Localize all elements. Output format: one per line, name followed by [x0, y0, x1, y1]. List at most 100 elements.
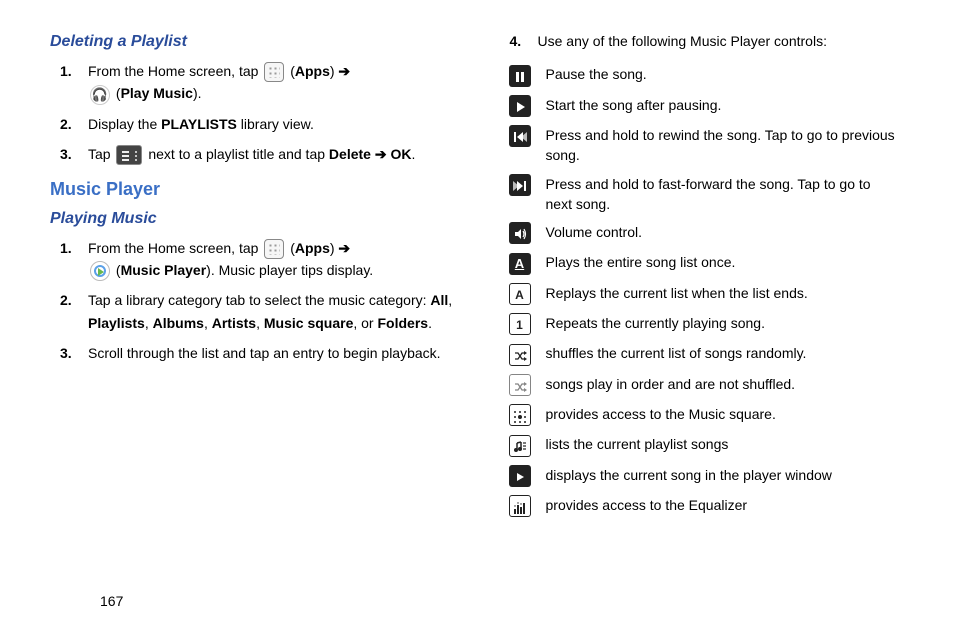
rewind-icon	[509, 125, 531, 147]
step-number: 3.	[60, 143, 72, 165]
table-row: lists the current playlist songs	[500, 430, 905, 460]
del-step-3: 3. Tap next to a playlist title and tap …	[88, 143, 455, 165]
table-row: A Replays the current list when the list…	[500, 279, 905, 309]
repeat-all-icon: A	[509, 283, 531, 305]
cat-artists: Artists	[212, 315, 256, 331]
heading-music-player: Music Player	[50, 176, 455, 203]
table-row: Press and hold to fast-forward the song.…	[500, 170, 905, 219]
step-number: 1.	[60, 237, 72, 259]
control-desc: Repeats the currently playing song.	[540, 309, 905, 339]
table-row: shuffles the current list of songs rando…	[500, 339, 905, 369]
control-desc: shuffles the current list of songs rando…	[540, 339, 905, 369]
text: , or	[353, 315, 377, 331]
playlists-label: PLAYLISTS	[161, 116, 237, 132]
text: Display the	[88, 116, 161, 132]
table-row: Volume control.	[500, 218, 905, 248]
text: .	[428, 315, 432, 331]
music-player-icon	[90, 261, 110, 281]
control-desc: Plays the entire song list once.	[540, 248, 905, 278]
cat-playlists: Playlists	[88, 315, 145, 331]
shuffle-on-icon	[509, 344, 531, 366]
music-player-label: Music Player	[121, 262, 207, 278]
deleting-playlist-steps: 1. From the Home screen, tap (Apps) ➔ (P…	[50, 60, 455, 166]
text: Tap	[88, 146, 114, 162]
play-once-icon: A	[509, 253, 531, 275]
table-row: displays the current song in the player …	[500, 461, 905, 491]
arrow-icon: ➔	[338, 240, 350, 256]
equalizer-icon	[509, 495, 531, 517]
page-columns: Deleting a Playlist 1. From the Home scr…	[50, 30, 904, 521]
play-music-icon	[90, 85, 110, 105]
table-row: provides access to the Equalizer	[500, 491, 905, 521]
playing-music-steps: 1. From the Home screen, tap (Apps) ➔ (M…	[50, 237, 455, 365]
apps-icon	[264, 239, 284, 259]
arrow-icon: ➔	[338, 63, 350, 79]
control-desc: Start the song after pausing.	[540, 91, 905, 121]
left-column: Deleting a Playlist 1. From the Home scr…	[50, 30, 455, 521]
now-playing-icon	[509, 465, 531, 487]
ok-label: OK	[390, 146, 411, 162]
control-desc: songs play in order and are not shuffled…	[540, 370, 905, 400]
text: From the Home screen, tap	[88, 240, 258, 256]
apps-icon	[264, 62, 284, 82]
table-row: provides access to the Music square.	[500, 400, 905, 430]
text: ,	[448, 292, 452, 308]
subheading-playing-music: Playing Music	[50, 207, 455, 231]
pm-step-4: 4. Use any of the following Music Player…	[538, 30, 905, 52]
cat-music-square: Music square	[264, 315, 353, 331]
control-desc: lists the current playlist songs	[540, 430, 905, 460]
playlist-icon	[509, 435, 531, 457]
step-number: 4.	[510, 30, 522, 52]
pm-step-2: 2. Tap a library category tab to select …	[88, 289, 455, 334]
table-row: Pause the song.	[500, 60, 905, 90]
subheading-deleting-playlist: Deleting a Playlist	[50, 30, 455, 54]
control-desc: Press and hold to fast-forward the song.…	[540, 170, 905, 219]
table-row: Press and hold to rewind the song. Tap t…	[500, 121, 905, 170]
control-desc: provides access to the Equalizer	[540, 491, 905, 521]
play-icon	[509, 95, 531, 117]
cat-all: All	[430, 292, 448, 308]
table-row: A Plays the entire song list once.	[500, 248, 905, 278]
delete-label: Delete	[329, 146, 371, 162]
control-desc: Replays the current list when the list e…	[540, 279, 905, 309]
play-music-label: Play Music	[121, 85, 193, 101]
repeat-one-icon: 1	[509, 313, 531, 335]
del-step-2: 2. Display the PLAYLISTS library view.	[88, 113, 455, 135]
cat-folders: Folders	[377, 315, 428, 331]
step-number: 3.	[60, 342, 72, 364]
text: Scroll through the list and tap an entry…	[88, 345, 441, 361]
right-column: 4. Use any of the following Music Player…	[500, 30, 905, 521]
pause-icon	[509, 65, 531, 87]
text: .	[411, 146, 415, 162]
control-desc: Press and hold to rewind the song. Tap t…	[540, 121, 905, 170]
control-desc: Pause the song.	[540, 60, 905, 90]
text: ,	[256, 315, 264, 331]
control-desc: Volume control.	[540, 218, 905, 248]
text: ). Music player tips display.	[206, 262, 373, 278]
table-row: Start the song after pausing.	[500, 91, 905, 121]
text: ,	[145, 315, 153, 331]
text: ,	[204, 315, 212, 331]
text: ).	[193, 85, 202, 101]
page-number: 167	[100, 591, 123, 612]
text: Tap a library category tab to select the…	[88, 292, 430, 308]
step-number: 2.	[60, 113, 72, 135]
table-row: songs play in order and are not shuffled…	[500, 370, 905, 400]
apps-label: Apps	[295, 240, 330, 256]
cat-albums: Albums	[153, 315, 204, 331]
playing-music-steps-cont: 4. Use any of the following Music Player…	[500, 30, 905, 52]
step-number: 2.	[60, 289, 72, 311]
del-step-1: 1. From the Home screen, tap (Apps) ➔ (P…	[88, 60, 455, 105]
overflow-menu-icon	[116, 145, 142, 165]
apps-label: Apps	[295, 63, 330, 79]
step-number: 1.	[60, 60, 72, 82]
fast-forward-icon	[509, 174, 531, 196]
volume-icon	[509, 222, 531, 244]
shuffle-off-icon	[509, 374, 531, 396]
control-desc: displays the current song in the player …	[540, 461, 905, 491]
text: next to a playlist title and tap	[148, 146, 329, 162]
text: Use any of the following Music Player co…	[538, 33, 827, 49]
control-desc: provides access to the Music square.	[540, 400, 905, 430]
music-square-icon	[509, 404, 531, 426]
table-row: 1 Repeats the currently playing song.	[500, 309, 905, 339]
